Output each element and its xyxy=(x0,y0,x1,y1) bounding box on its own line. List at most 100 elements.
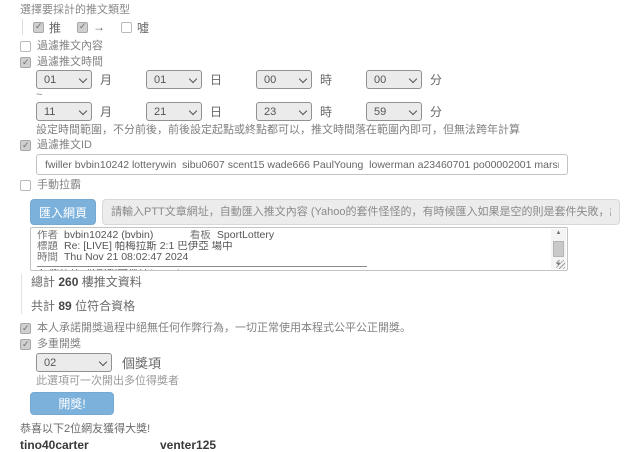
start-day-value: 01 xyxy=(154,74,166,86)
end-month-value: 11 xyxy=(44,106,55,118)
month-unit-label: 月 xyxy=(100,103,112,120)
ptt-url-input[interactable] xyxy=(102,199,620,225)
multi-draw-row: 多重開獎 xyxy=(20,338,620,350)
prize-count-row: 02 個獎項 xyxy=(36,353,620,372)
qualified-users-stat: 共計 89 位符合資格 xyxy=(31,298,620,314)
type-section-title: 選擇要採計的推文類型 xyxy=(20,4,620,17)
time-range-block: 01 月 01 日 00 時 00 xyxy=(36,70,620,121)
post-time-label: 時間 xyxy=(37,252,58,263)
chevron-down-icon xyxy=(409,74,417,82)
option-boo: 噓 xyxy=(121,19,149,36)
total-comments-stat: 總計 260 樓推文資料 xyxy=(31,274,620,290)
multi-draw-label: 多重開獎 xyxy=(37,338,81,350)
scroll-up-arrow-icon[interactable]: ▲ xyxy=(556,230,562,236)
day-unit-label: 日 xyxy=(210,71,222,88)
post-author-label: 作者 xyxy=(37,230,58,241)
option-arrow: → xyxy=(77,20,105,34)
filter-time-row: 過濾推文時間 xyxy=(20,56,620,68)
end-minute-value: 59 xyxy=(374,106,386,118)
draw-button[interactable]: 開獎! xyxy=(30,392,114,415)
minute-unit-label: 分 xyxy=(430,103,442,120)
pledge-label: 本人承諾開獎過程中絕無任何作弊行為，一切正常使用本程式公平公正開獎。 xyxy=(37,322,411,334)
post-board-label: 看板 xyxy=(190,230,211,241)
filter-id-label: 過濾推文ID xyxy=(37,139,92,151)
option-boo-label: 噓 xyxy=(137,19,149,36)
day-unit-label: 日 xyxy=(210,103,222,120)
checkbox-manual-slot[interactable] xyxy=(20,180,31,191)
option-push: 推 xyxy=(33,19,61,36)
post-time-value: Thu Nov 21 08:02:47 2024 xyxy=(64,252,188,263)
result-message: 恭喜以下2位網友獲得大獎! xyxy=(20,423,620,435)
end-minute-select[interactable]: 59 xyxy=(366,102,422,121)
end-hour-value: 23 xyxy=(264,106,276,118)
import-page-button[interactable]: 匯入網頁 xyxy=(30,199,96,225)
filter-id-row: 過濾推文ID xyxy=(20,139,620,151)
checkbox-pledge[interactable] xyxy=(20,323,31,334)
stats-block: 總計 260 樓推文資料 共計 89 位符合資格 xyxy=(21,274,620,314)
month-unit-label: 月 xyxy=(100,71,112,88)
start-minute-value: 00 xyxy=(374,74,386,86)
hour-unit-label: 時 xyxy=(320,103,332,120)
id-filter-input[interactable] xyxy=(36,154,568,175)
chevron-down-icon xyxy=(79,106,87,114)
end-hour-select[interactable]: 23 xyxy=(256,102,312,121)
post-title-value: Re: [LIVE] 帕梅拉斯 2:1 巴伊亞 場中 xyxy=(64,241,233,252)
checkbox-filter-content[interactable] xyxy=(20,41,31,52)
end-day-value: 21 xyxy=(154,106,166,118)
resize-handle-icon[interactable] xyxy=(556,260,565,269)
multi-draw-hint: 此選項可一次開出多位得獎者 xyxy=(36,375,620,387)
start-month-value: 01 xyxy=(44,74,56,86)
prize-unit-label: 個獎項 xyxy=(122,353,161,372)
manual-slot-row: 手動拉霸 xyxy=(20,179,620,191)
checkbox-filter-id[interactable] xyxy=(20,140,31,151)
checkbox-multi-draw[interactable] xyxy=(20,339,31,350)
start-day-select[interactable]: 01 xyxy=(146,70,202,89)
filter-content-label: 過濾推文內容 xyxy=(37,40,103,52)
winner-name: venter125 xyxy=(160,438,300,452)
minute-unit-label: 分 xyxy=(430,71,442,88)
checkbox-boo[interactable] xyxy=(121,22,132,33)
chevron-down-icon xyxy=(299,74,307,82)
end-month-select[interactable]: 11 xyxy=(36,102,92,121)
post-time-line: 時間 Thu Nov 21 08:02:47 2024 xyxy=(37,252,545,263)
post-title-label: 標題 xyxy=(37,241,58,252)
checkbox-filter-time[interactable] xyxy=(20,57,31,68)
start-month-select[interactable]: 01 xyxy=(36,70,92,89)
lottery-tool-page: 選擇要採計的推文類型 推 → 噓 過濾推文內容 過濾推文時間 01 xyxy=(0,0,620,452)
post-author-value: bvbin10242 (bvbin) xyxy=(64,230,153,241)
chevron-down-icon xyxy=(79,74,87,82)
chevron-down-icon xyxy=(299,106,307,114)
time-range-hint: 設定時間範圍，不分前後，前後設定起點或終點都可以，推文時間落在範圍內即可，但無法… xyxy=(36,124,620,136)
filter-time-label: 過濾推文時間 xyxy=(37,56,103,68)
filter-content-row: 過濾推文內容 xyxy=(20,40,620,52)
scrollbar-thumb[interactable] xyxy=(553,241,564,257)
qualified-users-count: 89 xyxy=(58,299,71,313)
total-comments-count: 260 xyxy=(58,275,78,289)
post-footer-line: ※ 發信站: 批踢踢實業坊(ptt.cc) xyxy=(37,269,545,271)
chevron-down-icon xyxy=(189,74,197,82)
chevron-down-icon xyxy=(99,357,107,365)
time-range-start-row: 01 月 01 日 00 時 00 xyxy=(36,70,620,89)
end-day-select[interactable]: 21 xyxy=(146,102,202,121)
start-hour-value: 00 xyxy=(264,74,276,86)
manual-slot-label: 手動拉霸 xyxy=(37,179,81,191)
post-header-line: 作者 bvbin10242 (bvbin) 看板 SportLottery xyxy=(37,230,545,241)
winner-name: tino40carter xyxy=(20,438,160,452)
start-hour-select[interactable]: 00 xyxy=(256,70,312,89)
chevron-down-icon xyxy=(409,106,417,114)
checkbox-arrow[interactable] xyxy=(77,22,88,33)
time-range-separator: ~ xyxy=(36,90,620,100)
checkbox-push[interactable] xyxy=(33,22,44,33)
winners-list: tino40carter venter125 xyxy=(20,438,620,452)
prize-count-select[interactable]: 02 xyxy=(36,353,112,372)
chevron-down-icon xyxy=(189,106,197,114)
pledge-row: 本人承諾開獎過程中絕無任何作弊行為，一切正常使用本程式公平公正開獎。 xyxy=(20,322,620,334)
time-range-end-row: 11 月 21 日 23 時 59 xyxy=(36,102,620,121)
post-divider xyxy=(37,266,367,267)
option-arrow-label: → xyxy=(93,20,105,34)
post-content-textarea[interactable]: 作者 bvbin10242 (bvbin) 看板 SportLottery 標題 Re… xyxy=(30,227,568,271)
post-title-line: 標題 Re: [LIVE] 帕梅拉斯 2:1 巴伊亞 場中 xyxy=(37,241,545,252)
start-minute-select[interactable]: 00 xyxy=(366,70,422,89)
post-board-value: SportLottery xyxy=(217,230,274,241)
prize-count-value: 02 xyxy=(44,357,56,369)
